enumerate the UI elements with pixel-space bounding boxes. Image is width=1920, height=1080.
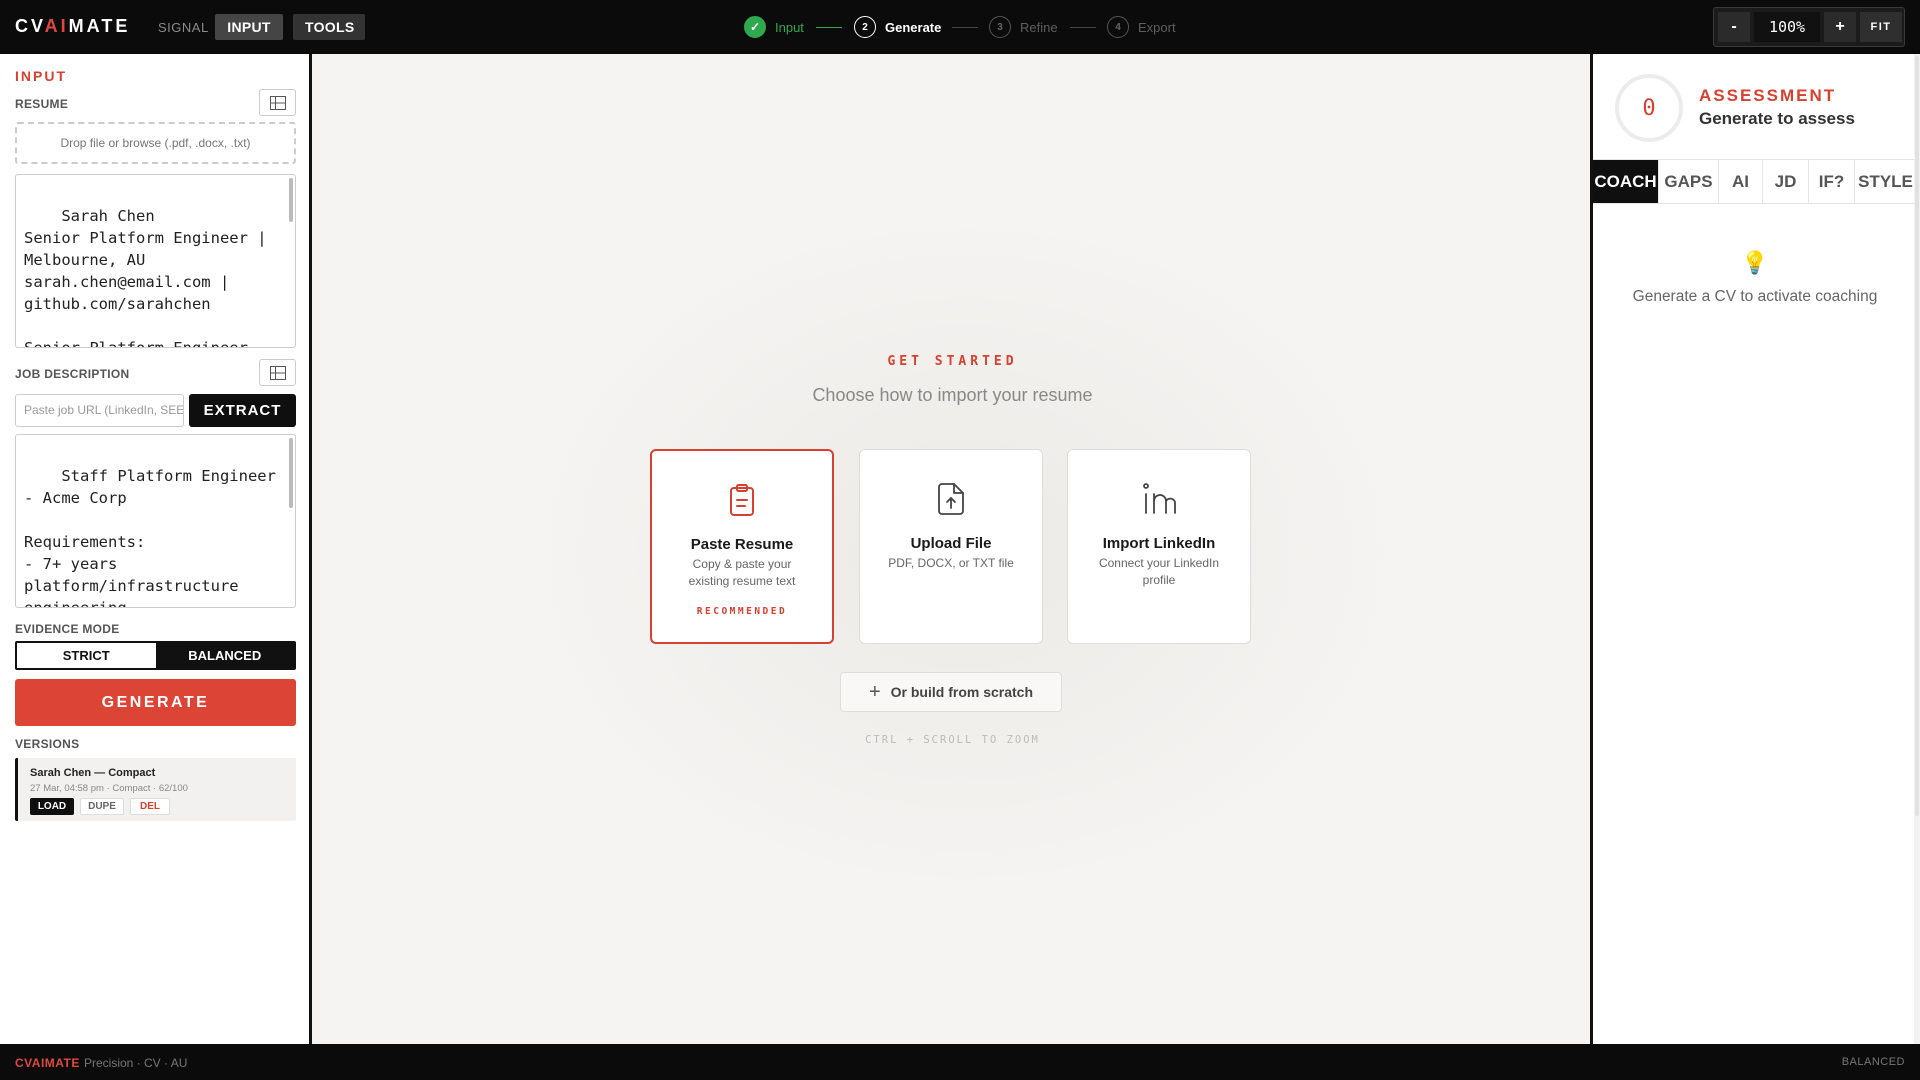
grid-icon [269, 95, 286, 110]
step-label: Generate [885, 19, 942, 35]
zoom-level: 100% [1754, 12, 1820, 42]
assessment-tabs: COACH GAPS AI JD IF? STYLE [1593, 159, 1917, 204]
card-icon-wrap [652, 483, 832, 519]
grid-icon [269, 365, 286, 380]
step-connector [816, 27, 842, 28]
coach-message: Generate a CV to activate coaching [1632, 288, 1878, 305]
mode-strict-button[interactable]: STRICT [17, 643, 156, 668]
card-icon-wrap [860, 482, 1042, 518]
recommended-badge: RECOMMENDED [696, 606, 788, 617]
file-upload-icon [938, 483, 964, 515]
tab-jd[interactable]: JD [1763, 160, 1809, 203]
version-title: Sarah Chen — Compact [30, 767, 156, 779]
assessment-panel: 0 ASSESSMENT Generate to assess COACH GA… [1590, 54, 1920, 1044]
zoom-in-button[interactable]: + [1824, 12, 1856, 42]
zoom-fit-button[interactable]: FIT [1860, 12, 1902, 42]
footer-bar: CVAIMATE Precision · CV · AU BALANCED [0, 1044, 1920, 1080]
signal-label: SIGNAL [158, 20, 209, 35]
card-description: PDF, DOCX, or TXT file [888, 556, 1014, 570]
step-input[interactable]: ✓ Input [744, 16, 804, 38]
score-ring: 0 [1615, 74, 1683, 142]
app-logo[interactable]: CVAIMATE [15, 16, 130, 37]
card-icon-wrap [1068, 482, 1250, 518]
step-label: Refine [1020, 19, 1058, 35]
step-number: 3 [989, 16, 1011, 38]
versions-label: VERSIONS [15, 737, 80, 751]
clipboard-icon [730, 484, 754, 516]
tab-if[interactable]: IF? [1809, 160, 1855, 203]
jd-layout-button[interactable] [259, 359, 296, 386]
extract-button[interactable]: EXTRACT [189, 394, 296, 427]
footer-tagline: Precision · CV · AU [84, 1056, 188, 1070]
jd-scrollbar[interactable] [289, 438, 293, 508]
step-generate[interactable]: 2 Generate [854, 16, 941, 38]
job-description-text: Staff Platform Engineer - Acme Corp Requ… [24, 467, 276, 608]
tab-ai[interactable]: AI [1719, 160, 1763, 203]
version-load-button[interactable]: LOAD [30, 798, 74, 815]
scrollbar-thumb[interactable] [1915, 56, 1919, 816]
assessment-scrollbar[interactable] [1914, 54, 1920, 1044]
version-item[interactable]: Sarah Chen — Compact 27 Mar, 04:58 pm · … [15, 758, 296, 821]
evidence-mode-toggle: STRICT BALANCED [15, 641, 296, 670]
step-connector [952, 27, 978, 28]
generate-button[interactable]: GENERATE [15, 679, 296, 726]
footer-brand: CVAIMATE [15, 1056, 80, 1070]
resume-label: RESUME [15, 97, 69, 111]
version-delete-button[interactable]: DEL [130, 798, 170, 815]
check-icon: ✓ [744, 16, 766, 38]
step-refine[interactable]: 3 Refine [989, 16, 1058, 38]
scratch-label: Or build from scratch [890, 684, 1034, 700]
resume-drop-zone[interactable]: Drop file or browse (.pdf, .docx, .txt) [15, 122, 296, 164]
tab-gaps[interactable]: GAPS [1659, 160, 1719, 203]
build-from-scratch-button[interactable]: + Or build from scratch [840, 672, 1062, 712]
zoom-hint: CTRL + SCROLL TO ZOOM [865, 734, 1040, 746]
job-url-input[interactable]: Paste job URL (LinkedIn, SEEK...) [15, 394, 184, 427]
card-description: Connect your LinkedIn profile [1098, 556, 1220, 587]
resume-textarea[interactable]: Sarah Chen Senior Platform Engineer | Me… [15, 174, 296, 348]
version-meta: 27 Mar, 04:58 pm · Compact · 62/100 [30, 783, 188, 794]
main-canvas[interactable]: GET STARTED Choose how to import your re… [315, 54, 1590, 1044]
step-export[interactable]: 4 Export [1107, 16, 1176, 38]
resume-layout-button[interactable] [259, 89, 296, 116]
footer-mode: BALANCED [1841, 1056, 1905, 1068]
input-panel: INPUT RESUME Drop file or browse (.pdf, … [0, 54, 312, 1044]
zoom-out-button[interactable]: - [1718, 12, 1750, 42]
job-description-textarea[interactable]: Staff Platform Engineer - Acme Corp Requ… [15, 434, 296, 608]
step-label: Input [775, 19, 804, 35]
card-description: Copy & paste your existing resume text [688, 557, 796, 588]
job-description-label: JOB DESCRIPTION [15, 367, 130, 381]
lightbulb-icon: 💡 [1741, 250, 1769, 275]
nav-input-button[interactable]: INPUT [215, 14, 283, 40]
top-bar: CVAIMATE SIGNAL INPUT TOOLS ✓ Input 2 Ge… [0, 0, 1920, 54]
resume-scrollbar[interactable] [289, 178, 293, 222]
linkedin-icon [1143, 483, 1176, 514]
step-label: Export [1138, 19, 1176, 35]
nav-tools-button[interactable]: TOOLS [293, 14, 365, 40]
card-title: Paste Resume [690, 536, 794, 553]
paste-resume-card[interactable]: Paste Resume Copy & paste your existing … [650, 449, 834, 644]
mode-balanced-button[interactable]: BALANCED [155, 643, 294, 668]
get-started-eyebrow: GET STARTED [887, 354, 1018, 369]
zoom-control: - 100% + FIT [1713, 7, 1905, 47]
step-connector [1070, 27, 1096, 28]
assessment-title: ASSESSMENT [1699, 86, 1837, 105]
plus-icon: + [868, 680, 881, 703]
version-duplicate-button[interactable]: DUPE [80, 798, 124, 815]
tab-style[interactable]: STYLE [1855, 160, 1917, 203]
import-linkedin-card[interactable]: Import LinkedIn Connect your LinkedIn pr… [1067, 449, 1251, 644]
input-panel-title: INPUT [15, 68, 67, 84]
upload-file-card[interactable]: Upload File PDF, DOCX, or TXT file [859, 449, 1043, 644]
card-title: Upload File [910, 535, 992, 552]
step-number: 2 [854, 16, 876, 38]
resume-text: Sarah Chen Senior Platform Engineer | Me… [24, 207, 267, 348]
assessment-subtitle: Generate to assess [1699, 109, 1855, 128]
step-number: 4 [1107, 16, 1129, 38]
import-subtitle: Choose how to import your resume [812, 385, 1093, 405]
evidence-mode-label: EVIDENCE MODE [15, 622, 120, 636]
tab-coach[interactable]: COACH [1593, 160, 1659, 203]
card-title: Import LinkedIn [1102, 535, 1216, 552]
